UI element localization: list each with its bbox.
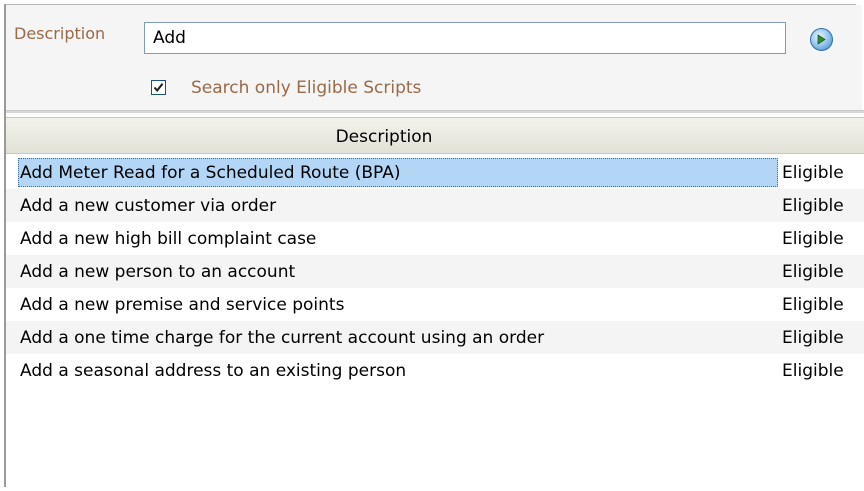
table-row[interactable]: Add a seasonal address to an existing pe… (6, 354, 864, 387)
row-description: Add a new premise and service points (20, 295, 345, 315)
row-description: Add a one time charge for the current ac… (20, 328, 545, 348)
table-row[interactable]: Add a one time charge for the current ac… (6, 321, 864, 354)
description-label: Description (14, 24, 106, 43)
grid-column-header-description[interactable]: Description (6, 117, 864, 154)
table-row[interactable]: Add a new customer via order Eligible (6, 189, 864, 222)
table-row[interactable]: Add a new person to an account Eligible (6, 255, 864, 288)
row-status: Eligible (782, 328, 844, 348)
description-search-input[interactable] (144, 22, 786, 54)
row-description: Add a new person to an account (20, 262, 296, 282)
table-row[interactable]: Add Meter Read for a Scheduled Route (BP… (6, 156, 864, 189)
row-status: Eligible (782, 262, 844, 282)
play-circle-icon (817, 34, 826, 45)
row-description: Add Meter Read for a Scheduled Route (BP… (20, 163, 401, 183)
row-description: Add a seasonal address to an existing pe… (20, 361, 407, 381)
search-go-button[interactable] (810, 28, 833, 51)
eligible-only-checkbox[interactable] (151, 80, 166, 95)
results-grid: Add Meter Read for a Scheduled Route (BP… (6, 156, 864, 408)
row-status: Eligible (782, 196, 844, 216)
row-status: Eligible (782, 361, 844, 381)
row-status: Eligible (782, 295, 844, 315)
column-header-label: Description (335, 127, 433, 147)
table-row[interactable]: Add a new high bill complaint case Eligi… (6, 222, 864, 255)
row-description: Add a new high bill complaint case (20, 229, 317, 249)
search-panel (6, 5, 862, 110)
eligible-only-label: Search only Eligible Scripts (191, 78, 422, 98)
table-row[interactable]: Add a new premise and service points Eli… (6, 288, 864, 321)
section-divider (6, 110, 864, 113)
row-status: Eligible (782, 229, 844, 249)
row-description: Add a new customer via order (20, 196, 277, 216)
row-status: Eligible (782, 163, 844, 183)
